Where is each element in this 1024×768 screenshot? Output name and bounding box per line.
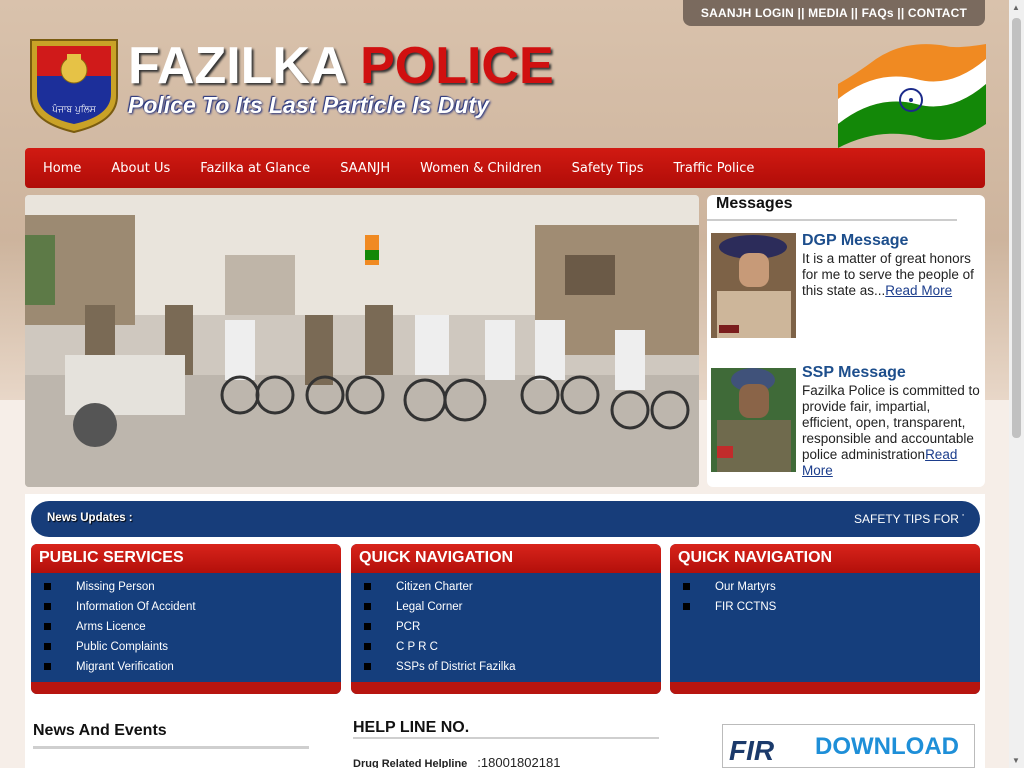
panel-footer: [351, 682, 661, 694]
link-arms-licence[interactable]: Arms Licence: [31, 617, 341, 637]
public-services-heading: PUBLIC SERVICES: [31, 544, 341, 573]
quick-navigation-panel-2: QUICK NAVIGATION Our Martyrs FIR CCTNS: [670, 544, 980, 694]
fir-logo-text: FIR: [729, 735, 775, 766]
nav-traffic-police[interactable]: Traffic Police: [674, 161, 755, 176]
public-services-panel: PUBLIC SERVICES Missing Person Informati…: [31, 544, 341, 694]
news-ticker-text[interactable]: SAFETY TIPS FOR T: [854, 512, 964, 526]
nav-fazilka-at-glance[interactable]: Fazilka at Glance: [200, 161, 310, 176]
quick-navigation-heading-2: QUICK NAVIGATION: [670, 544, 980, 573]
drug-helpline-label: Drug Related Helpline: [353, 758, 468, 768]
ssp-message: SSP Message Fazilka Police is committed …: [802, 365, 984, 479]
news-divider: [33, 746, 309, 749]
helpline-divider: [353, 737, 659, 739]
scroll-up-icon[interactable]: ▲: [1012, 3, 1020, 12]
messages-divider: [707, 219, 957, 221]
cycling-rally-photo: [25, 195, 699, 487]
download-fir-banner[interactable]: FIR DOWNLOAD: [722, 724, 975, 768]
dgp-read-more-link[interactable]: Read More: [885, 283, 952, 298]
messages-heading: Messages: [716, 195, 793, 212]
messages-panel: Messages DGP Message It is a matter of g…: [707, 195, 985, 487]
link-ssps-of-district-fazilka[interactable]: SSPs of District Fazilka: [351, 657, 661, 677]
drug-helpline-row: Drug Related Helpline :18001802181: [353, 755, 560, 768]
link-migrant-verification[interactable]: Migrant Verification: [31, 657, 341, 677]
image-slider[interactable]: [25, 195, 699, 487]
link-fir-cctns[interactable]: FIR CCTNS: [670, 597, 980, 617]
panel-footer: [31, 682, 341, 694]
link-missing-person[interactable]: Missing Person: [31, 577, 341, 597]
link-legal-corner[interactable]: Legal Corner: [351, 597, 661, 617]
dgp-message: DGP Message It is a matter of great hono…: [802, 233, 984, 299]
news-updates-label: News Updates :: [47, 512, 133, 524]
news-and-events-heading: News And Events: [33, 722, 167, 739]
link-pcr[interactable]: PCR: [351, 617, 661, 637]
nav-about-us[interactable]: About Us: [111, 161, 170, 176]
punjab-police-badge-icon: ਪੰਜਾਬ ਪੁਲਿਸ: [30, 39, 118, 134]
main-nav: Home About Us Fazilka at Glance SAANJH W…: [25, 148, 985, 188]
site-title: FAZILKA POLICE: [128, 37, 554, 95]
quick-navigation-heading-1: QUICK NAVIGATION: [351, 544, 661, 573]
link-citizen-charter[interactable]: Citizen Charter: [351, 577, 661, 597]
indian-flag-icon: [838, 44, 986, 148]
scroll-down-icon[interactable]: ▼: [1012, 756, 1020, 765]
helpline-heading: HELP LINE NO.: [353, 719, 470, 736]
page-scrollbar[interactable]: ▲ ▼: [1009, 0, 1024, 768]
download-label: DOWNLOAD: [815, 733, 959, 760]
scrollbar-thumb[interactable]: [1012, 18, 1021, 438]
quick-navigation-panel-1: QUICK NAVIGATION Citizen Charter Legal C…: [351, 544, 661, 694]
nav-saanjh[interactable]: SAANJH: [340, 161, 390, 176]
news-ticker: News Updates : SAFETY TIPS FOR T: [31, 501, 980, 537]
ssp-message-title[interactable]: SSP Message: [802, 365, 984, 381]
dgp-message-title[interactable]: DGP Message: [802, 233, 984, 249]
badge-text: ਪੰਜਾਬ ਪੁਲਿਸ: [51, 103, 97, 115]
link-our-martyrs[interactable]: Our Martyrs: [670, 577, 980, 597]
panel-footer: [670, 682, 980, 694]
site-tagline: Police To Its Last Particle Is Duty: [128, 92, 489, 118]
top-links-bar[interactable]: SAANJH LOGIN || MEDIA || FAQs || CONTACT: [683, 0, 985, 26]
ssp-photo: [711, 368, 796, 472]
drug-helpline-number[interactable]: :18001802181: [477, 755, 560, 768]
nav-safety-tips[interactable]: Safety Tips: [572, 161, 644, 176]
link-cprc[interactable]: C P R C: [351, 637, 661, 657]
link-public-complaints[interactable]: Public Complaints: [31, 637, 341, 657]
nav-home[interactable]: Home: [43, 161, 81, 176]
dgp-photo: [711, 233, 796, 338]
link-information-of-accident[interactable]: Information Of Accident: [31, 597, 341, 617]
nav-women-children[interactable]: Women & Children: [420, 161, 541, 176]
